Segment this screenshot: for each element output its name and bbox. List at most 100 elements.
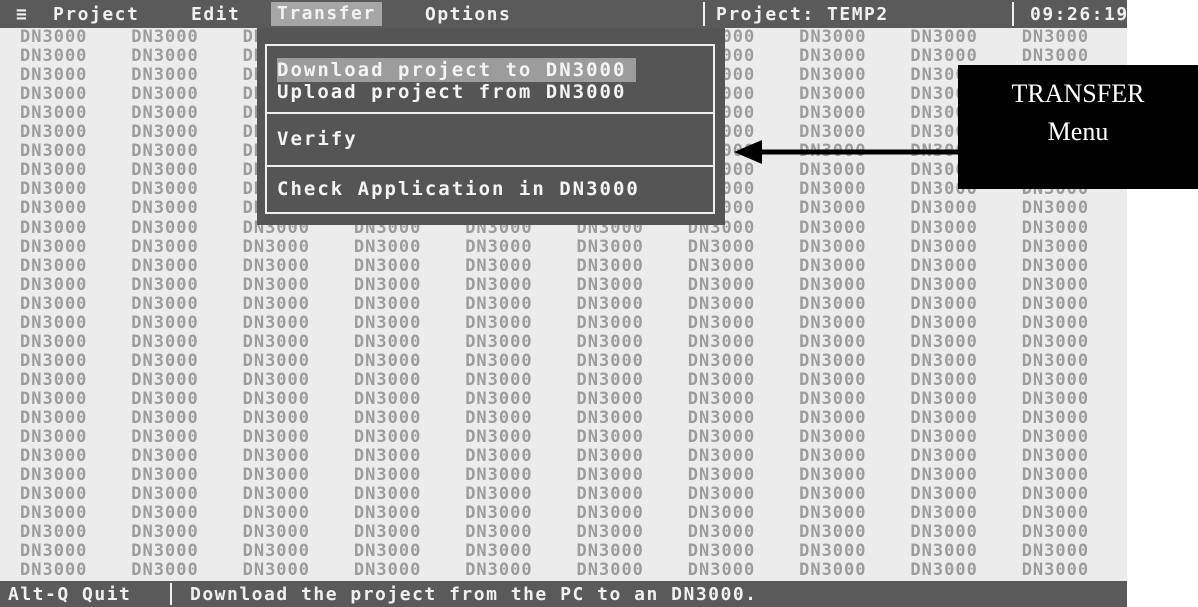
background-text-cell: DN3000 [20, 217, 88, 238]
background-text-cell: DN3000 [465, 350, 533, 371]
background-text-cell: DN3000 [20, 312, 88, 333]
background-text-cell: DN3000 [576, 369, 644, 390]
background-text-cell: DN3000 [20, 350, 88, 371]
background-text-cell: DN3000 [799, 274, 867, 295]
background-text-cell: DN3000 [242, 312, 311, 333]
background-text-cell: DN3000 [910, 503, 978, 524]
background-text-cell: DN3000 [910, 255, 978, 276]
background-text-cell: DN3000 [1021, 312, 1090, 333]
background-text-cell: DN3000 [131, 503, 199, 524]
background-text-cell: DN3000 [910, 484, 978, 505]
background-text-cell: DN3000 [799, 484, 867, 505]
background-text-cell: DN3000 [465, 560, 533, 581]
background-text-cell: DN3000 [576, 408, 644, 428]
background-text-cell: DN3000 [353, 255, 422, 276]
background-text-cell: DN3000 [20, 46, 88, 67]
background-text-cell: DN3000 [799, 84, 867, 105]
background-text-cell: DN3000 [20, 27, 88, 47]
background-text-cell: DN3000 [353, 350, 422, 371]
annotation-line-1: TRANSFER [1011, 79, 1145, 108]
background-text-cell: DN3000 [576, 312, 644, 333]
background-text-cell: DN3000 [799, 369, 867, 390]
menu-transfer[interactable]: Transfer [271, 2, 382, 26]
background-text-cell: DN3000 [465, 408, 533, 428]
background-text-cell: DN3000 [1021, 293, 1090, 314]
background-text-cell: DN3000 [465, 465, 533, 486]
background-text-cell: DN3000 [20, 560, 88, 581]
menu-edit[interactable]: Edit [191, 4, 240, 25]
background-text-cell: DN3000 [353, 446, 422, 467]
menubar-divider [703, 2, 705, 26]
menu-item-upload-project[interactable]: Upload project from DN3000 [277, 80, 626, 104]
quit-shortcut[interactable]: Alt-Q Quit [8, 584, 131, 605]
clock: 09:26:19 [1030, 4, 1127, 25]
background-text-cell: DN3000 [353, 293, 422, 314]
background-text-cell: DN3000 [242, 236, 311, 257]
background-text-cell: DN3000 [799, 331, 867, 352]
background-text-cell: DN3000 [20, 84, 88, 105]
background-text-cell: DN3000 [799, 141, 867, 162]
background-text-cell: DN3000 [576, 541, 644, 562]
background-text-cell: DN3000 [20, 274, 88, 295]
project-name-label: Project: TEMP2 [716, 4, 889, 25]
background-text-cell: DN3000 [687, 331, 756, 352]
background-text-cell: DN3000 [131, 293, 199, 314]
background-text-cell: DN3000 [799, 122, 867, 143]
background-text-cell: DN3000 [799, 236, 867, 257]
background-text-cell: DN3000 [242, 350, 311, 371]
background-text-cell: DN3000 [465, 427, 533, 448]
background-text-cell: DN3000 [799, 160, 867, 181]
background-text-cell: DN3000 [687, 255, 756, 276]
background-text-cell: DN3000 [1021, 369, 1090, 390]
menu-project[interactable]: Project [53, 4, 139, 25]
background-text-cell: DN3000 [910, 388, 978, 409]
background-text-cell: DN3000 [799, 503, 867, 524]
background-text-cell: DN3000 [576, 274, 644, 295]
background-text-cell: DN3000 [20, 255, 88, 276]
background-text-cell: DN3000 [20, 427, 88, 448]
background-text-cell: DN3000 [687, 446, 756, 467]
background-text-cell: DN3000 [131, 217, 199, 238]
background-text-cell: DN3000 [20, 160, 88, 181]
background-text-cell: DN3000 [465, 484, 533, 505]
background-text-cell: DN3000 [910, 446, 978, 467]
background-text-cell: DN3000 [687, 408, 756, 428]
system-menu-icon[interactable]: ≡ [16, 4, 28, 25]
background-text-cell: DN3000 [353, 522, 422, 543]
background-text-cell: DN3000 [687, 350, 756, 371]
background-text-cell: DN3000 [1021, 560, 1090, 581]
background-text-cell: DN3000 [131, 484, 199, 505]
background-text-cell: DN3000 [576, 427, 644, 448]
background-text-cell: DN3000 [687, 312, 756, 333]
background-text-cell: DN3000 [20, 465, 88, 486]
background-text-cell: DN3000 [20, 369, 88, 390]
background-text-cell: DN3000 [687, 274, 756, 295]
background-text-cell: DN3000 [1021, 408, 1090, 428]
background-text-cell: DN3000 [799, 522, 867, 543]
menu-item-verify[interactable]: Verify [277, 127, 358, 151]
background-text-cell: DN3000 [20, 408, 88, 428]
background-text-cell: DN3000 [131, 46, 199, 67]
background-text-cell: DN3000 [687, 388, 756, 409]
background-text-cell: DN3000 [799, 350, 867, 371]
background-text-cell: DN3000 [20, 522, 88, 543]
background-text-cell: DN3000 [20, 503, 88, 524]
background-text-cell: DN3000 [131, 84, 199, 105]
background-text-cell: DN3000 [465, 369, 533, 390]
background-text-cell: DN3000 [465, 274, 533, 295]
background-text-cell: DN3000 [1021, 217, 1090, 238]
background-text-cell: DN3000 [910, 293, 978, 314]
background-text-cell: DN3000 [20, 179, 88, 200]
background-text-cell: DN3000 [910, 465, 978, 486]
background-text-cell: DN3000 [353, 388, 422, 409]
background-text-cell: DN3000 [799, 198, 867, 219]
menu-options[interactable]: Options [425, 4, 511, 25]
background-text-cell: DN3000 [687, 236, 756, 257]
background-text-cell: DN3000 [353, 503, 422, 524]
background-text-cell: DN3000 [131, 350, 199, 371]
background-text-cell: DN3000 [242, 255, 311, 276]
background-text-cell: DN3000 [465, 293, 533, 314]
menu-item-check-application[interactable]: Check Application in DN3000 [277, 177, 640, 201]
background-text-cell: DN3000 [242, 293, 311, 314]
menu-item-download-project[interactable]: Download project to DN3000 [277, 58, 637, 82]
